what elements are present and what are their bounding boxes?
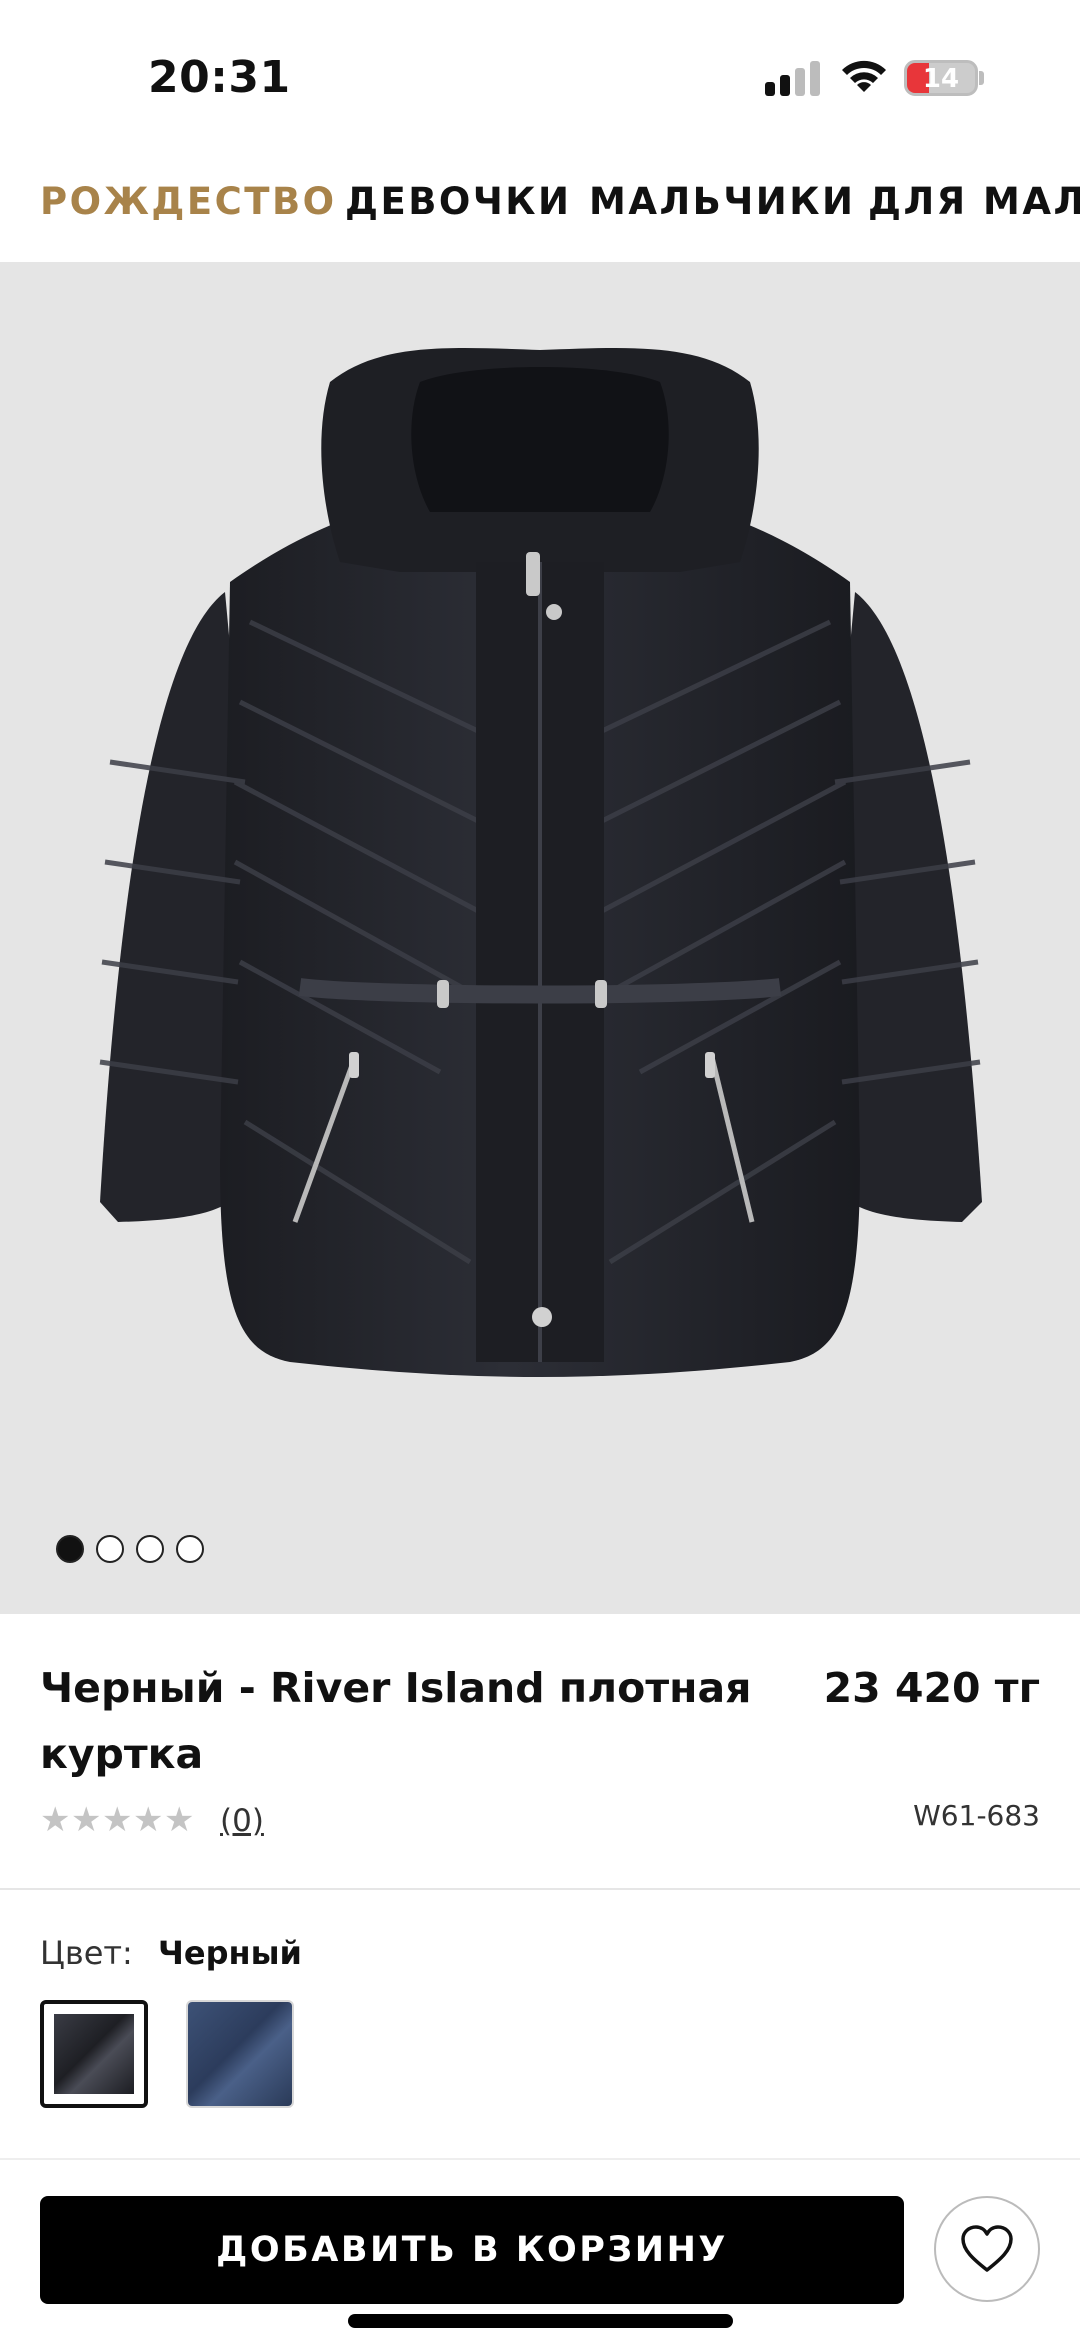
wishlist-button[interactable] [934,2196,1040,2302]
home-indicator [348,2314,733,2328]
category-nav: РОЖДЕСТВО ДЕВОЧКИ МАЛЬЧИКИ ДЛЯ МАЛЫШЕЙ [0,170,1080,260]
cellular-signal-icon [765,60,821,96]
carousel-dot-1[interactable] [56,1535,84,1563]
battery-icon: 14 [904,60,978,96]
product-sku: W61-683 [913,1799,1040,1832]
status-bar: 20:31 14 [0,0,1080,150]
heart-icon [961,2225,1013,2272]
category-tab-babies[interactable]: ДЛЯ МАЛЫШЕЙ [868,180,1080,223]
product-image-gallery[interactable] [0,262,1080,1614]
star-icon: ★ [102,1800,133,1840]
product-title: Черный - River Island плотная куртка [40,1664,752,1778]
color-swatch-black[interactable] [40,2000,148,2108]
category-tab-girls[interactable]: ДЕВОЧКИ [345,180,572,223]
star-icon: ★ [133,1800,164,1840]
color-selected-value: Черный [158,1934,302,1972]
battery-tip [979,71,984,85]
carousel-dot-3[interactable] [136,1535,164,1563]
divider [0,1888,1080,1890]
star-icon: ★ [40,1800,71,1840]
color-swatch-navy[interactable] [186,2000,294,2108]
carousel-dot-2[interactable] [96,1535,124,1563]
add-to-cart-button[interactable]: ДОБАВИТЬ В КОРЗИНУ [40,2196,904,2304]
puffer-jacket-photo [99,348,982,1377]
swatch-thumbnail [188,2002,292,2106]
status-time: 20:31 [148,52,291,103]
star-icon: ★ [71,1800,102,1840]
wifi-icon [838,56,890,96]
color-label: Цвет: [40,1934,133,1972]
battery-level: 14 [922,64,960,94]
review-count-link[interactable]: (0) [220,1803,264,1839]
category-tab-christmas[interactable]: РОЖДЕСТВО [40,180,337,223]
category-tab-boys[interactable]: МАЛЬЧИКИ [589,180,855,223]
carousel-dot-4[interactable] [176,1535,204,1563]
swatch-thumbnail [54,2014,134,2094]
product-price: 23 420 тг [823,1664,1040,1712]
star-icon: ★ [164,1800,195,1840]
